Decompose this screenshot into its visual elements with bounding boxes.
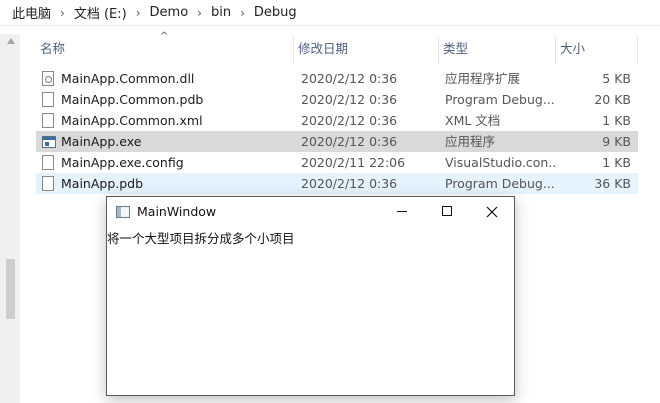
file-type: XML 文档 bbox=[445, 113, 501, 128]
table-row[interactable]: MainApp.Common.xml 2020/2/12 0:36 XML 文档… bbox=[36, 110, 638, 131]
table-row-hovered[interactable]: MainApp.pdb 2020/2/12 0:36 Program Debug… bbox=[36, 173, 638, 194]
close-icon bbox=[486, 206, 498, 218]
file-icon bbox=[42, 113, 54, 128]
breadcrumb-item-drive-e[interactable]: 文档 (E:) bbox=[74, 3, 127, 22]
file-icon bbox=[42, 155, 54, 170]
table-row[interactable]: MainApp.Common.pdb 2020/2/12 0:36 Progra… bbox=[36, 89, 638, 110]
window-title: MainWindow bbox=[137, 204, 217, 219]
file-name: MainApp.exe bbox=[61, 134, 142, 149]
breadcrumb-item-debug[interactable]: Debug bbox=[254, 5, 297, 20]
table-row[interactable]: MainApp.Common.dll 2020/2/12 0:36 应用程序扩展… bbox=[36, 68, 638, 89]
maximize-button[interactable] bbox=[424, 197, 469, 227]
column-header-type[interactable]: 类型 bbox=[439, 36, 556, 64]
scrollbar-thumb[interactable] bbox=[6, 259, 15, 319]
scroll-up-arrow-icon[interactable] bbox=[7, 38, 15, 44]
file-size: 1 KB bbox=[602, 113, 631, 128]
window-titlebar[interactable]: MainWindow bbox=[107, 197, 514, 227]
window-content: 将一个大型项目拆分成多个小项目 bbox=[107, 227, 514, 395]
file-date: 2020/2/12 0:36 bbox=[301, 71, 398, 86]
file-date: 2020/2/12 0:36 bbox=[301, 176, 398, 191]
file-list: MainApp.Common.dll 2020/2/12 0:36 应用程序扩展… bbox=[36, 68, 638, 194]
close-button[interactable] bbox=[469, 197, 514, 227]
file-size: 36 KB bbox=[594, 176, 631, 191]
window-text-block: 将一个大型项目拆分成多个小项目 bbox=[107, 231, 295, 246]
breadcrumb-item-bin[interactable]: bin bbox=[211, 5, 231, 20]
table-row[interactable]: MainApp.exe.config 2020/2/11 22:06 Visua… bbox=[36, 152, 638, 173]
maximize-icon bbox=[442, 206, 452, 216]
dll-file-icon bbox=[42, 71, 54, 86]
column-header-date[interactable]: 修改日期 bbox=[294, 36, 439, 64]
file-date: 2020/2/12 0:36 bbox=[301, 113, 398, 128]
file-type: Program Debug... bbox=[445, 92, 555, 107]
app-window-icon bbox=[116, 206, 130, 218]
exe-file-icon bbox=[42, 136, 56, 148]
file-type: 应用程序扩展 bbox=[445, 71, 521, 86]
column-header-size[interactable]: 大小 bbox=[556, 36, 638, 64]
minimize-button[interactable] bbox=[379, 197, 424, 227]
sort-ascending-icon: ^ bbox=[160, 31, 169, 42]
minimize-icon bbox=[397, 211, 407, 212]
file-name: MainApp.Common.xml bbox=[61, 113, 203, 128]
file-name: MainApp.Common.pdb bbox=[61, 92, 204, 107]
main-window: MainWindow 将一个大型项目拆分成多个小项目 bbox=[106, 196, 515, 396]
table-row-selected[interactable]: MainApp.exe 2020/2/12 0:36 应用程序 9 KB bbox=[36, 131, 638, 152]
file-size: 9 KB bbox=[602, 134, 631, 149]
file-size: 1 KB bbox=[602, 155, 631, 170]
breadcrumb-separator-icon[interactable]: › bbox=[240, 6, 245, 20]
file-name: MainApp.Common.dll bbox=[61, 71, 195, 86]
file-date: 2020/2/12 0:36 bbox=[301, 92, 398, 107]
file-name: MainApp.exe.config bbox=[61, 155, 184, 170]
breadcrumb-separator-icon[interactable]: › bbox=[60, 6, 65, 20]
file-type: 应用程序 bbox=[445, 134, 496, 149]
file-date: 2020/2/11 22:06 bbox=[301, 155, 406, 170]
breadcrumb-separator-icon[interactable]: › bbox=[136, 6, 141, 20]
file-type: Program Debug... bbox=[445, 176, 555, 191]
file-name: MainApp.pdb bbox=[61, 176, 144, 191]
breadcrumb-separator-icon[interactable]: › bbox=[197, 6, 202, 20]
file-type: VisualStudio.con... bbox=[445, 155, 555, 170]
column-headers: 名称 修改日期 类型 大小 bbox=[36, 36, 638, 64]
file-icon bbox=[42, 176, 54, 191]
navigation-pane-scrollbar[interactable] bbox=[0, 34, 20, 403]
file-date: 2020/2/12 0:36 bbox=[301, 134, 398, 149]
file-size: 5 KB bbox=[602, 71, 631, 86]
file-icon bbox=[42, 92, 54, 107]
breadcrumb-item-demo[interactable]: Demo bbox=[150, 5, 189, 20]
breadcrumb: 此电脑 › 文档 (E:) › Demo › bin › Debug bbox=[0, 0, 660, 26]
breadcrumb-item-this-pc[interactable]: 此电脑 bbox=[12, 3, 51, 22]
file-size: 20 KB bbox=[594, 92, 631, 107]
